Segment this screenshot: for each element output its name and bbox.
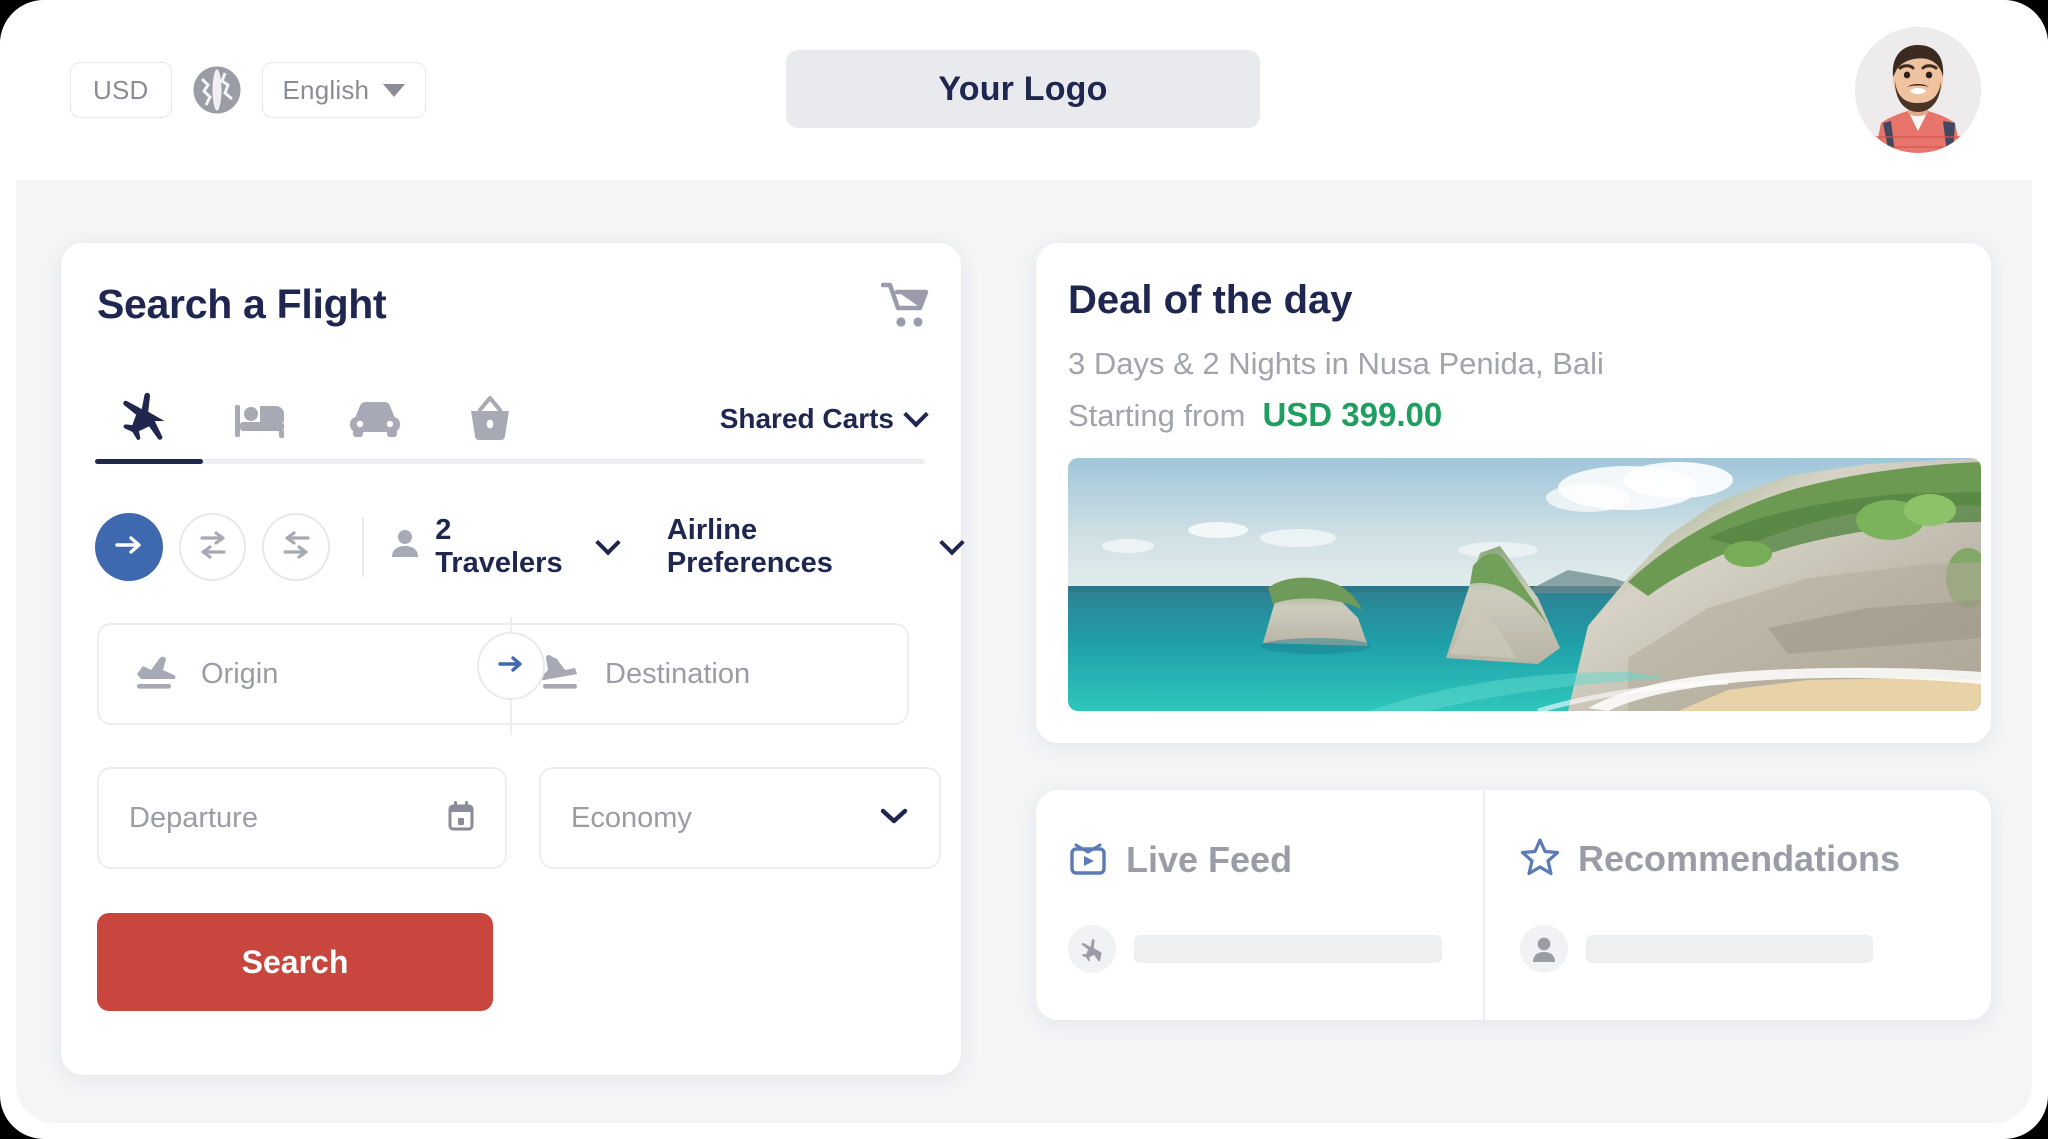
currency-label: USD <box>93 74 149 105</box>
page-title: Search a Flight <box>97 281 387 327</box>
deal-title: Deal of the day <box>1068 278 1353 322</box>
star-icon <box>1520 836 1560 881</box>
logo-placeholder[interactable]: Your Logo <box>786 50 1260 128</box>
bed-icon <box>233 397 287 446</box>
calendar-icon <box>447 800 475 837</box>
departure-date-input[interactable]: Departure <box>97 767 507 869</box>
language-label: English <box>282 74 370 105</box>
tab-hotels[interactable] <box>210 393 310 449</box>
arrows-up-down-icon <box>198 529 228 566</box>
origin-destination-group: Origin Destination <box>97 617 909 735</box>
divider <box>362 517 365 577</box>
content-placeholder <box>1586 935 1873 963</box>
divider <box>1483 790 1485 1020</box>
app-window: USD English Your Logo Search a Flight Sh… <box>0 0 2048 1139</box>
person-icon <box>1520 925 1568 973</box>
recommendations-section: Recommendations <box>1488 790 1935 1020</box>
arrows-exchange-icon <box>280 529 312 566</box>
tab-cars[interactable] <box>325 393 425 449</box>
airline-preferences-selector[interactable]: Airline Preferences <box>666 514 965 580</box>
trip-type-one-way[interactable] <box>95 513 163 581</box>
tabs-active-indicator <box>95 459 203 464</box>
deal-price-row: Starting from USD 399.00 <box>1068 396 1442 434</box>
travelers-label: 2 Travelers <box>435 514 563 579</box>
destination-input[interactable]: Destination <box>503 625 907 723</box>
cabin-class-value: Economy <box>571 801 692 834</box>
list-item[interactable] <box>1520 925 1873 973</box>
chevron-down-icon <box>595 530 621 556</box>
takeoff-icon <box>133 652 179 697</box>
arrow-right-icon <box>496 653 526 680</box>
chevron-down-icon <box>879 806 909 831</box>
swap-button[interactable] <box>477 632 545 700</box>
destination-placeholder: Destination <box>605 657 751 690</box>
trip-type-round-trip[interactable] <box>178 513 247 581</box>
car-icon <box>347 398 403 445</box>
top-header: USD English Your Logo <box>0 0 2048 180</box>
trip-options-row: 2 Travelers Airline Preferences <box>95 513 965 581</box>
currency-selector[interactable]: USD <box>70 62 172 118</box>
main-content: Search a Flight Shared Carts 2 Travelers… <box>16 180 2032 1123</box>
departure-placeholder: Departure <box>129 801 258 834</box>
tab-flights[interactable] <box>95 392 195 451</box>
live-feed-title: Live Feed <box>1126 838 1293 880</box>
recommendations-title: Recommendations <box>1578 837 1901 879</box>
live-tv-icon <box>1068 836 1108 883</box>
avatar[interactable] <box>1855 27 1981 153</box>
deal-image[interactable] <box>1068 458 1981 711</box>
shared-carts-label: Shared Carts <box>719 403 894 434</box>
deal-from-label: Starting from <box>1068 398 1246 433</box>
feed-card: Live Feed Recommendations <box>1036 790 1991 1020</box>
shared-carts-dropdown[interactable]: Shared Carts <box>719 402 929 435</box>
header-left-controls: USD English <box>70 62 427 118</box>
person-icon <box>390 527 420 567</box>
chevron-down-icon <box>939 530 965 556</box>
trip-type-multi-city[interactable] <box>262 513 331 581</box>
cabin-class-select[interactable]: Economy <box>539 767 941 869</box>
chevron-down-icon <box>383 83 406 97</box>
content-placeholder <box>1134 935 1442 963</box>
tab-packages[interactable] <box>440 393 540 449</box>
airplane-icon <box>118 392 172 451</box>
arrow-right-icon <box>114 534 144 561</box>
live-feed-section: Live Feed <box>1036 790 1483 1020</box>
tabs-divider <box>95 459 925 464</box>
shopping-cart-icon[interactable] <box>880 281 933 334</box>
travelers-selector[interactable]: 2 Travelers <box>390 514 621 580</box>
deal-price: USD 399.00 <box>1262 396 1443 433</box>
category-tabs: Shared Carts <box>95 392 929 465</box>
deal-subtitle: 3 Days & 2 Nights in Nusa Penida, Bali <box>1068 346 1604 381</box>
live-feed-header: Live Feed <box>1068 836 1292 883</box>
recommendations-header: Recommendations <box>1520 836 1900 881</box>
list-item[interactable] <box>1068 925 1442 973</box>
airplane-icon <box>1068 925 1116 973</box>
chevron-down-icon <box>903 402 929 428</box>
search-button[interactable]: Search <box>97 913 493 1011</box>
search-flight-card: Search a Flight Shared Carts 2 Travelers… <box>61 243 965 1075</box>
origin-input[interactable]: Origin <box>99 625 503 723</box>
origin-placeholder: Origin <box>201 657 279 690</box>
logo-text: Your Logo <box>938 69 1108 108</box>
globe-icon[interactable] <box>192 65 242 115</box>
deal-of-the-day-card: Deal of the day 3 Days & 2 Nights in Nus… <box>1036 243 1991 743</box>
basket-icon <box>465 394 515 449</box>
airline-preferences-label: Airline Preferences <box>666 514 833 579</box>
language-selector[interactable]: English <box>261 62 427 118</box>
